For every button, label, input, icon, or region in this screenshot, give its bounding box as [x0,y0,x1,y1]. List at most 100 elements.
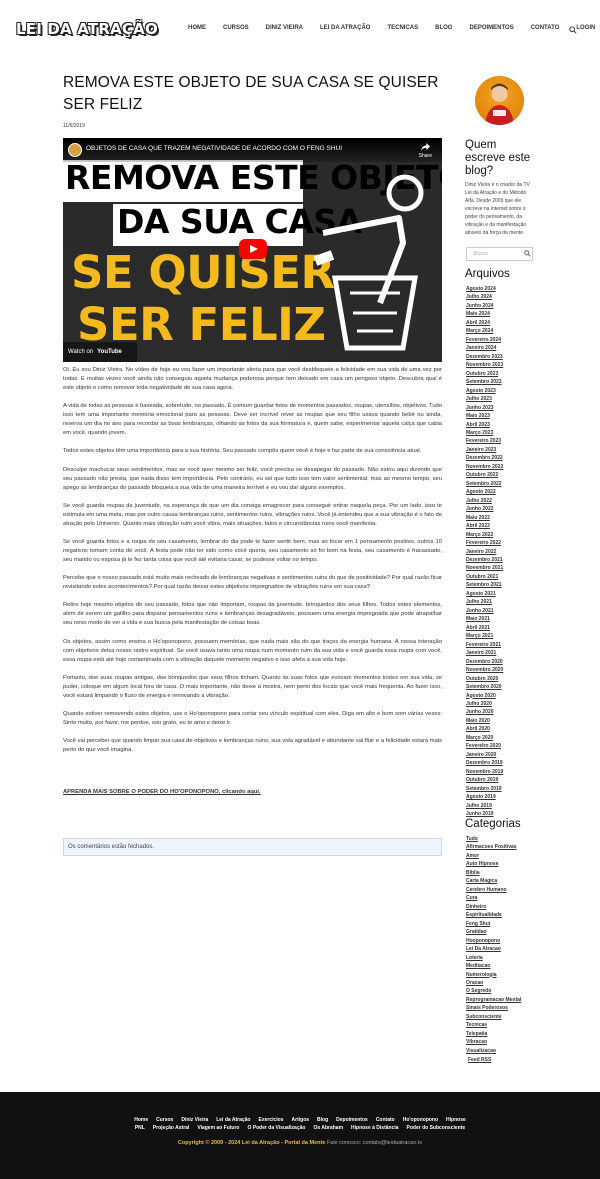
category-link[interactable]: Biblia [466,869,538,877]
category-link[interactable]: Reprogramacao Mental [466,996,538,1004]
archive-link[interactable]: Março 2020 [466,734,538,742]
archive-link[interactable]: Outubro 2019 [466,776,538,784]
archive-link[interactable]: Setembro 2022 [466,480,538,488]
footer-link[interactable]: Diniz Vieira [181,1117,208,1123]
archive-link[interactable]: Julho 2023 [466,395,538,403]
archive-link[interactable]: Junho 2023 [466,404,538,412]
archive-link[interactable]: Novembro 2022 [466,463,538,471]
footer-link[interactable]: Lei da Atração [216,1117,250,1123]
nav-item-home[interactable]: HOME [188,25,206,31]
category-link[interactable]: Dinheiro [466,903,538,911]
category-link[interactable]: Meditacao [466,962,538,970]
nav-item-contato[interactable]: CONTATO [531,25,560,31]
category-link[interactable]: Telepatia [466,1030,538,1038]
footer-link[interactable]: Home [134,1117,148,1123]
archive-link[interactable]: Novembro 2019 [466,768,538,776]
archive-link[interactable]: Setembro 2019 [466,785,538,793]
nav-item-cursos[interactable]: CURSOS [223,25,249,31]
category-link[interactable]: Hooponopono [466,937,538,945]
footer-link[interactable]: Cursos [156,1117,173,1123]
archive-link[interactable]: Maio 2023 [466,412,538,420]
nav-item-tecnicas[interactable]: TECNICAS [387,25,418,31]
archive-link[interactable]: Dezembro 2022 [466,454,538,462]
category-link[interactable]: Lei Da Atracao [466,945,538,953]
channel-avatar[interactable] [68,143,82,157]
archive-link[interactable]: Dezembro 2020 [466,658,538,666]
nav-item-depoimentos[interactable]: DEPOIMENTOS [469,25,513,31]
archive-link[interactable]: Setembro 2021 [466,581,538,589]
archive-link[interactable]: Abril 2021 [466,624,538,632]
archive-link[interactable]: Abril 2024 [466,319,538,327]
footer-link[interactable]: Hipnose [446,1117,466,1123]
category-link[interactable]: Oracao [466,979,538,987]
archive-link[interactable]: Agosto 2024 [466,285,538,293]
archive-link[interactable]: Dezembro 2021 [466,556,538,564]
category-link[interactable]: Cerebro Humano [466,886,538,894]
share-button[interactable]: Share [419,143,432,159]
archive-link[interactable]: Novembro 2023 [466,361,538,369]
play-button[interactable] [239,239,267,259]
footer-link[interactable]: Projeção Astral [153,1125,190,1131]
archive-link[interactable]: Abril 2022 [466,522,538,530]
category-link[interactable]: Afirmacoes Positivas [466,843,538,851]
archive-link[interactable]: Fevereiro 2023 [466,437,538,445]
archive-link[interactable]: Março 2024 [466,327,538,335]
archive-link[interactable]: Outubro 2020 [466,675,538,683]
archive-link[interactable]: Julho 2020 [466,700,538,708]
archive-link[interactable]: Maio 2021 [466,615,538,623]
category-link[interactable]: Carta Magica [466,877,538,885]
archive-link[interactable]: Setembro 2023 [466,378,538,386]
archive-link[interactable]: Janeiro 2024 [466,344,538,352]
archive-link[interactable]: Outubro 2021 [466,573,538,581]
learn-more-link[interactable]: APRENDA MAIS SOBRE O PODER DO HO'OPONOPO… [63,789,261,795]
archive-link[interactable]: Junho 2024 [466,302,538,310]
archive-link[interactable]: Janeiro 2023 [466,446,538,454]
category-link[interactable]: Tudo [466,835,538,843]
footer-link[interactable]: Ho'oponopono [403,1117,438,1123]
archive-link[interactable]: Agosto 2019 [466,793,538,801]
footer-link[interactable]: Poder do Subconsciente [407,1125,466,1131]
archive-link[interactable]: Maio 2024 [466,310,538,318]
category-link[interactable]: Gratidao [466,928,538,936]
footer-link[interactable]: PNL [135,1125,145,1131]
archive-link[interactable]: Janeiro 2021 [466,649,538,657]
archive-link[interactable]: Julho 2024 [466,293,538,301]
watch-on-youtube-button[interactable]: Watch on YouTube [63,342,137,362]
footer-link[interactable]: Viagem ao Futuro [197,1125,239,1131]
archive-link[interactable]: Agosto 2023 [466,387,538,395]
rss-feed-link[interactable]: Feed RSS [468,1057,491,1063]
archive-link[interactable]: Fevereiro 2020 [466,742,538,750]
category-link[interactable]: O Segredo [466,987,538,995]
archive-link[interactable]: Agosto 2021 [466,590,538,598]
youtube-video-embed[interactable]: REMOVA ESTE OBJETO DA SUA CASA SE QUISER… [63,138,442,362]
archive-link[interactable]: Agosto 2020 [466,692,538,700]
archive-link[interactable]: Outubro 2022 [466,471,538,479]
archive-link[interactable]: Janeiro 2022 [466,548,538,556]
category-link[interactable]: Subconsciente [466,1013,538,1021]
category-link[interactable]: Auto Hipnose [466,860,538,868]
footer-link[interactable]: Blog [317,1117,328,1123]
archive-link[interactable]: Junho 2022 [466,505,538,513]
archive-link[interactable]: Dezembro 2023 [466,353,538,361]
search-icon[interactable] [524,250,531,257]
archive-link[interactable]: Novembro 2020 [466,666,538,674]
archive-link[interactable]: Março 2022 [466,531,538,539]
archive-link[interactable]: Maio 2020 [466,717,538,725]
footer-link[interactable]: Artigos [292,1117,310,1123]
video-title[interactable]: OBJETOS DE CASA QUE TRAZEM NEGATIVIDADE … [86,145,342,152]
archive-link[interactable]: Julho 2022 [466,497,538,505]
footer-link[interactable]: Hipnose à Distância [351,1125,399,1131]
archive-link[interactable]: Julho 2019 [466,802,538,810]
archive-link[interactable]: Setembro 2020 [466,683,538,691]
archive-link[interactable]: Junho 2020 [466,708,538,716]
category-link[interactable]: Tecnicas [466,1021,538,1029]
archive-link[interactable]: Outubro 2023 [466,370,538,378]
category-link[interactable]: Vibracao [466,1038,538,1046]
category-link[interactable]: Amor [466,852,538,860]
archive-link[interactable]: Fevereiro 2022 [466,539,538,547]
category-link[interactable]: Feng Shui [466,920,538,928]
nav-item-blog[interactable]: BLOG [435,25,452,31]
search-icon[interactable] [569,26,577,34]
footer-link[interactable]: Depoimentos [336,1117,368,1123]
archive-link[interactable]: Fevereiro 2021 [466,641,538,649]
